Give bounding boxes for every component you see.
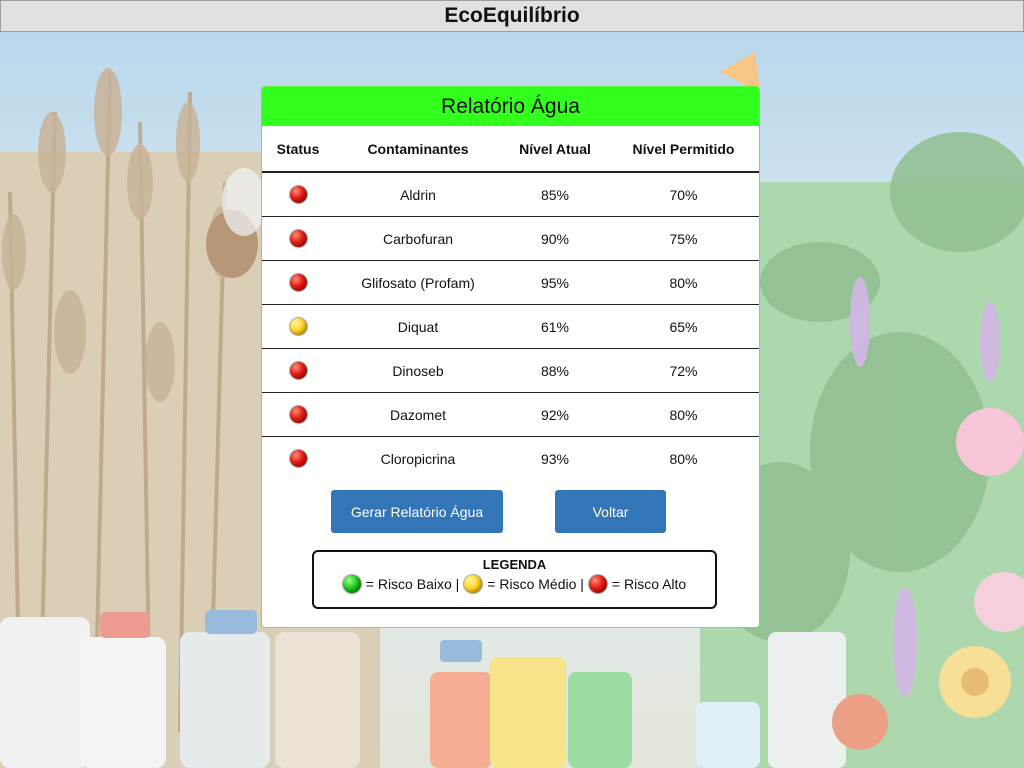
contaminant-name: Cloropicrina: [380, 450, 456, 467]
contaminant-name: Diquat: [334, 304, 502, 349]
water-report-card: Relatório Água Status Contaminantes Níve…: [261, 86, 760, 628]
status-red-icon: [289, 186, 307, 204]
report-title: Relatório Água: [441, 94, 580, 118]
legend-medium-label: = Risco Médio |: [487, 576, 584, 592]
allowed-level: 80%: [608, 260, 759, 305]
status-yellow-icon: [289, 318, 307, 336]
table-row: Carbofuran 90% 75%: [262, 216, 759, 261]
risk-low-icon: [342, 575, 361, 593]
report-header: Relatório Água: [262, 87, 759, 126]
table-row: Cloropicrina 93% 80%: [262, 437, 759, 481]
contaminant-name: Carbofuran: [334, 216, 502, 261]
generate-report-button[interactable]: Gerar Relatório Água: [331, 490, 503, 533]
table-row: Glifosato (Profam) 95% 80%: [262, 260, 759, 305]
allowed-level: 72%: [608, 348, 759, 393]
legend-row: = Risco Baixo | = Risco Médio | = Risco …: [314, 575, 715, 593]
current-level: 88%: [502, 348, 608, 393]
risk-medium-icon: [464, 575, 483, 593]
current-level: 90%: [502, 216, 608, 261]
legend-low-label: = Risco Baixo |: [365, 576, 460, 592]
status-red-icon: [289, 406, 307, 424]
risk-high-icon: [588, 575, 607, 593]
current-level: 95%: [502, 260, 608, 305]
column-allowed-level: Nível Permitido: [608, 126, 759, 173]
table-row: Diquat 61% 65%: [262, 304, 759, 349]
status-red-icon: [289, 274, 307, 292]
table-row: Aldrin 85% 70%: [262, 172, 759, 217]
back-button[interactable]: Voltar: [555, 490, 666, 533]
legend-title: LEGENDA: [482, 557, 547, 572]
current-level: 93%: [540, 450, 570, 467]
table-row: Dazomet 92% 80%: [262, 392, 759, 437]
column-current-level: Nível Atual: [502, 126, 608, 173]
contaminant-name: Glifosato (Profam): [334, 260, 502, 305]
table-row: Dinoseb 88% 72%: [262, 348, 759, 393]
app-title: EcoEquilíbrio: [444, 4, 580, 27]
column-status: Status: [262, 126, 334, 173]
allowed-level: 80%: [669, 450, 698, 467]
window-title-bar: EcoEquilíbrio: [0, 0, 1024, 32]
allowed-level: 70%: [608, 172, 759, 217]
allowed-level: 65%: [608, 304, 759, 349]
column-contaminants: Contaminantes: [334, 126, 502, 173]
legend-high-label: = Risco Alto: [611, 576, 687, 592]
contaminant-name: Dinoseb: [334, 348, 502, 393]
current-level: 92%: [502, 392, 608, 437]
current-level: 85%: [502, 172, 608, 217]
allowed-level: 80%: [608, 392, 759, 437]
allowed-level: 75%: [608, 216, 759, 261]
contaminant-name: Dazomet: [334, 392, 502, 437]
contaminants-table: Status Contaminantes Nível Atual Nível P…: [262, 126, 759, 480]
current-level: 61%: [502, 304, 608, 349]
legend-box: LEGENDA = Risco Baixo | = Risco Médio | …: [312, 550, 717, 609]
table-header-row: Status Contaminantes Nível Atual Nível P…: [262, 126, 759, 173]
status-red-icon: [289, 230, 307, 248]
status-red-icon: [289, 362, 307, 380]
contaminant-name: Aldrin: [334, 172, 502, 217]
status-red-icon: [289, 450, 307, 468]
